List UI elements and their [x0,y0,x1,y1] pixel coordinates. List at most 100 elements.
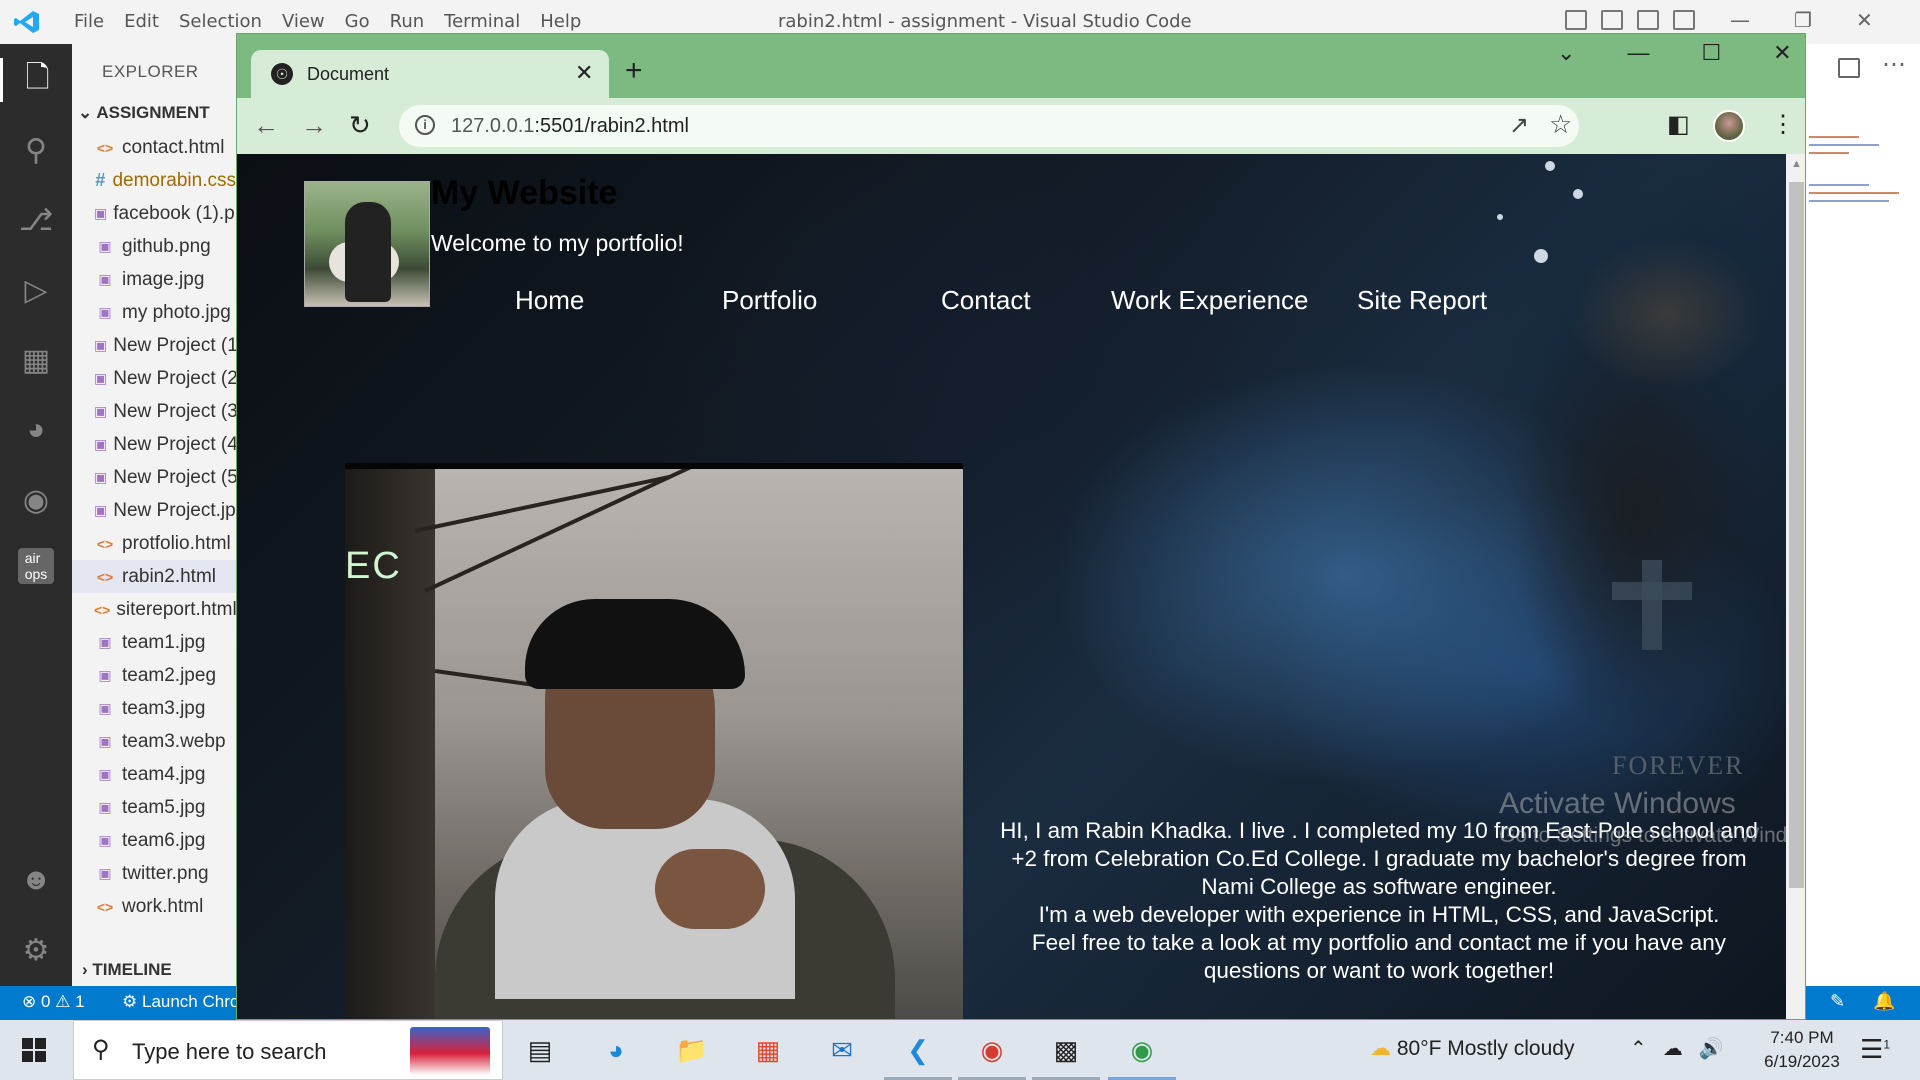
folder-assignment[interactable]: ⌄ ASSIGNMENT [78,103,210,123]
browser-tab[interactable]: ☉ Document ✕ [251,50,609,98]
split-editor-icon[interactable] [1838,58,1860,78]
file-item[interactable]: ▣ facebook (1).png [72,197,236,230]
maximize-icon[interactable]: ☐ [1701,40,1721,66]
minimize-icon[interactable]: — [1627,40,1649,66]
nav-home-link[interactable]: Home [515,285,584,316]
menu-selection[interactable]: Selection [169,11,272,32]
problems-status[interactable]: ⊗ 0 ⚠ 1 [22,992,85,1012]
file-item[interactable]: ▣ New Project (2).jpg [72,362,236,395]
edge-icon[interactable]: ◕ [596,1030,636,1070]
side-panel-icon[interactable]: ◧ [1667,110,1690,139]
file-item[interactable]: ▣ twitter.png [72,857,236,890]
file-item[interactable]: # demorabin.css [72,164,236,197]
close-icon[interactable]: ✕ [1856,8,1873,32]
search-icon[interactable]: ⚲ [14,128,58,172]
menu-go[interactable]: Go [335,11,380,32]
menu-file[interactable]: File [64,11,114,32]
file-explorer-icon[interactable]: 📁 [672,1030,712,1070]
volume-icon[interactable]: 🔊 [1699,1036,1724,1061]
file-item[interactable]: <> sitereport.html [72,593,236,626]
file-item[interactable]: <> work.html [72,890,236,923]
explorer-icon[interactable]: 🗋 [0,58,72,102]
menu-edit[interactable]: Edit [114,11,169,32]
back-arrow-icon[interactable]: ← [253,110,279,141]
file-item[interactable]: ▣ team4.jpg [72,758,236,791]
extensions-icon[interactable]: ▦ [14,338,58,382]
tab-close-icon[interactable]: ✕ [575,60,593,86]
nav-contact-link[interactable]: Contact [941,285,1031,316]
site-info-icon[interactable]: i [415,115,435,135]
airops-icon[interactable]: air ops [18,548,54,584]
file-item[interactable]: <> protfolio.html [72,527,236,560]
search-highlight-icon[interactable] [410,1027,490,1075]
bookmark-star-icon[interactable]: ☆ [1549,109,1572,140]
onedrive-cloud-icon[interactable]: ☁ [1663,1036,1683,1061]
minimize-icon[interactable]: — [1730,8,1750,32]
forward-arrow-icon[interactable]: → [301,110,327,141]
nav-portfolio-link[interactable]: Portfolio [722,285,817,316]
file-item[interactable]: ▣ New Project (4).jpg [72,428,236,461]
menu-run[interactable]: Run [380,11,435,32]
chrome-icon[interactable]: ◉ [1122,1030,1162,1070]
share-icon[interactable]: ↗ [1509,111,1529,140]
file-item[interactable]: ▣ team1.jpg [72,626,236,659]
chrome-menu-icon[interactable]: ⋮ [1771,110,1795,139]
notification-center-icon[interactable]: ☰1 [1860,1034,1890,1065]
file-item[interactable]: ▣ my photo.jpg [72,296,236,329]
chrome-profile-icon[interactable]: ◉ [972,1030,1012,1070]
menu-view[interactable]: View [272,11,335,32]
customize-layout-icon[interactable] [1673,10,1695,30]
toggle-sidebar-icon[interactable] [1565,10,1587,30]
address-bar[interactable]: i 127.0.0.1:5501/rabin2.html ↗ ☆ [399,105,1579,147]
page-scrollbar[interactable]: ▲ [1786,154,1805,1019]
more-actions-icon[interactable]: ⋯ [1882,50,1906,79]
vscode-taskbar-icon[interactable]: ❮ [898,1030,938,1070]
file-item[interactable]: ▣ github.png [72,230,236,263]
nav-work-experience-link[interactable]: Work Experience [1111,285,1309,316]
microsoft-store-icon[interactable]: ▦ [748,1030,788,1070]
file-item[interactable]: ▣ New Project (5).jpg [72,461,236,494]
profile-avatar[interactable] [1713,110,1745,142]
notifications-bell-icon[interactable]: 🔔 [1873,991,1895,1012]
file-item[interactable]: <> rabin2.html [72,560,236,593]
chevron-up-icon[interactable]: ⌃ [1630,1036,1647,1061]
edge-devtools-icon[interactable]: ◕ [14,408,58,452]
file-item[interactable]: ▣ team3.webp [72,725,236,758]
terminal-icon[interactable]: ▩ [1046,1030,1086,1070]
file-item[interactable]: ▣ New Project (3).jpg [72,395,236,428]
file-item[interactable]: ▣ New Project.jpg [72,494,236,527]
file-item[interactable]: ▣ New Project (1).jpg [72,329,236,362]
windows-start-icon[interactable] [22,1038,46,1062]
nav-site-report-link[interactable]: Site Report [1357,285,1487,316]
close-icon[interactable]: ✕ [1773,40,1791,66]
timeline-section[interactable]: › TIMELINE [82,960,172,980]
task-view-icon[interactable]: ▤ [520,1030,560,1070]
menu-terminal[interactable]: Terminal [434,11,530,32]
weather-widget[interactable]: ☁ 80°F Mostly cloudy [1370,1036,1574,1061]
scroll-up-icon[interactable]: ▲ [1791,158,1802,170]
mail-icon[interactable]: ✉ [822,1030,862,1070]
taskbar-search[interactable]: ⚲ Type here to search [73,1020,503,1080]
minimap[interactable] [1809,136,1859,138]
file-item[interactable]: ▣ team2.jpeg [72,659,236,692]
file-item[interactable]: ▣ team6.jpg [72,824,236,857]
file-item[interactable]: <> contact.html [72,131,236,164]
new-tab-button[interactable]: + [625,54,643,88]
github-icon[interactable]: ◉ [14,478,58,522]
tab-search-icon[interactable]: ⌄ [1557,40,1575,66]
file-item[interactable]: ▣ team5.jpg [72,791,236,824]
reload-icon[interactable]: ↻ [349,110,371,141]
toggle-secondary-sidebar-icon[interactable] [1637,10,1659,30]
url-text[interactable]: 127.0.0.1:5501/rabin2.html [451,115,689,138]
scrollbar-thumb[interactable] [1789,182,1804,888]
feedback-icon[interactable]: ✎ [1830,991,1845,1012]
menu-help[interactable]: Help [530,11,591,32]
file-item[interactable]: ▣ team3.jpg [72,692,236,725]
restore-icon[interactable]: ❐ [1794,8,1812,32]
toggle-panel-icon[interactable] [1601,10,1623,30]
run-debug-icon[interactable]: ▷ [14,268,58,312]
file-item[interactable]: ▣ image.jpg [72,263,236,296]
accounts-icon[interactable]: ☻ [14,858,58,902]
source-control-icon[interactable]: ⎇ [14,198,58,242]
taskbar-clock[interactable]: 7:40 PM 6/19/2023 [1752,1026,1852,1074]
